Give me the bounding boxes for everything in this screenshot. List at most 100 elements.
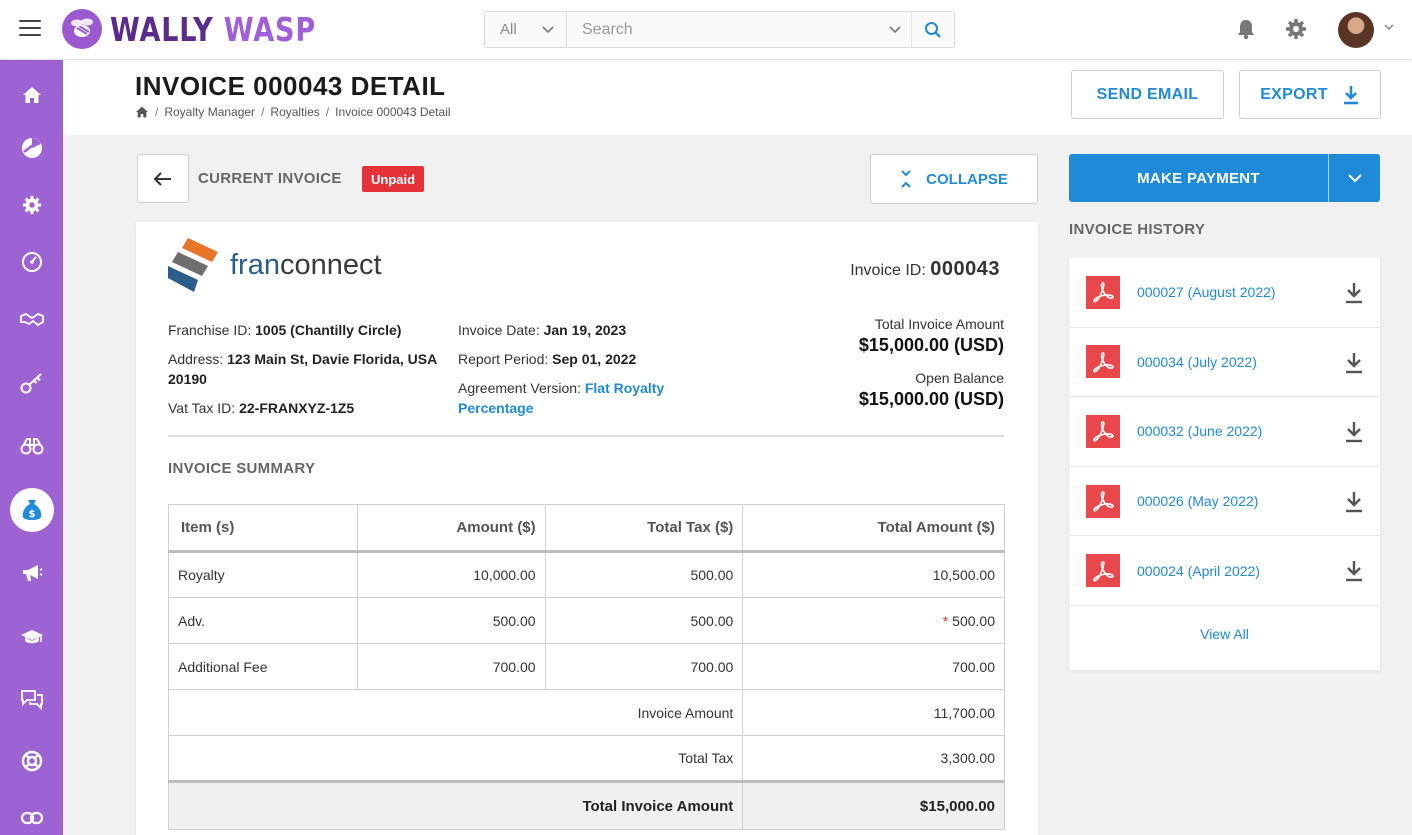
invoice-dates: Invoice Date: Jan 19, 2023 Report Period… [458,322,665,416]
key-icon [20,373,42,394]
sidebar-item-dashboard[interactable] [0,128,63,168]
invoice-history-link[interactable]: 000034 (July 2022) [1137,354,1257,370]
hamburger-menu-icon[interactable] [19,20,41,38]
franchise-id: 1005 (Chantilly Circle) [255,322,402,338]
current-invoice-label: CURRENT INVOICE [198,170,342,187]
app-logo[interactable]: WALLY WASP [62,9,361,49]
export-button[interactable]: EXPORT [1239,70,1381,119]
top-bar: WALLY WASP All [0,0,1412,60]
table-row: Royalty 10,000.00 500.00 10,500.00 [168,551,1005,598]
invoice-history-link[interactable]: 000027 (August 2022) [1137,284,1276,300]
search-button[interactable] [912,12,954,47]
export-label: EXPORT [1260,85,1328,103]
search-scope-value: All [500,21,517,38]
payment-options-dropdown[interactable] [1329,154,1380,202]
collapse-icon [901,170,911,188]
table-cell: 700.00 [544,643,744,690]
breadcrumb-royalties[interactable]: Royalties [270,105,319,119]
settings-gear-icon[interactable] [1284,17,1308,41]
send-email-button[interactable]: SEND EMAIL [1071,70,1224,119]
search-scope-select[interactable]: All [485,12,567,47]
table-row: Adv. 500.00 500.00 * 500.00 [168,597,1005,644]
sidebar-item-messages[interactable] [0,680,63,720]
sidebar-item-access[interactable] [0,363,63,403]
table-cell: 10,000.00 [356,551,546,598]
sidebar-item-partners[interactable] [0,300,63,340]
column-header: Item (s) [168,504,358,553]
chevron-down-icon [1347,173,1362,182]
search-input[interactable] [567,12,878,47]
list-item: 000034 (July 2022) [1069,328,1380,398]
sidebar-item-marketing[interactable] [0,553,63,593]
download-icon[interactable] [1344,560,1364,582]
total-tax-label: Total Tax [167,735,744,782]
search-icon [925,21,941,38]
sidebar-item-performance[interactable] [0,242,63,282]
sidebar-item-links[interactable] [0,798,63,835]
invoice-amount-value: 11,700.00 [742,689,1005,736]
download-icon[interactable] [1344,421,1364,443]
list-item: 000032 (June 2022) [1069,397,1380,467]
chevron-down-icon [888,25,901,33]
download-icon[interactable] [1344,491,1364,513]
home-icon[interactable] [135,106,149,118]
table-row: Additional Fee 700.00 700.00 700.00 [168,643,1005,690]
table-cell: 500.00 [356,597,546,644]
download-icon[interactable] [1344,352,1364,374]
breadcrumb-separator: / [325,105,330,119]
total-tax-value: 3,300.00 [742,735,1005,782]
speedometer-icon [21,252,42,272]
total-invoice-row: Total Invoice Amount $15,000.00 [167,780,1005,830]
status-badge: Unpaid [362,166,425,192]
home-icon [22,87,41,103]
pdf-file-icon [1086,414,1120,448]
franchise-info: Franchise ID: 1005 (Chantilly Circle) Ad… [168,322,437,416]
collapse-label: COLLAPSE [926,170,1008,188]
total-invoice-label: Total Invoice Amount [167,780,744,830]
binoculars-icon [20,438,43,455]
table-cell: 700.00 [742,643,1005,690]
user-avatar[interactable] [1338,12,1374,48]
invoice-history-link[interactable]: 000026 (May 2022) [1137,493,1258,509]
wasp-logo-icon [62,9,102,49]
lifebuoy-icon [21,750,42,772]
brand-name: WALLY WASP [110,9,316,49]
breadcrumb-royalty-manager[interactable]: Royalty Manager [164,105,255,119]
search-bar: All [484,11,955,48]
pdf-file-icon [1086,275,1120,309]
pdf-file-icon [1086,484,1120,518]
breadcrumb-separator: / [155,105,159,119]
search-dropdown-button[interactable] [878,12,912,47]
invoice-date: Jan 19, 2023 [543,322,627,338]
invoice-amount-label: Invoice Amount [167,689,744,736]
sidebar-item-training[interactable] [0,617,63,657]
table-cell: Royalty [168,551,358,598]
send-email-label: SEND EMAIL [1096,85,1199,103]
breadcrumb: / Royalty Manager / Royalties / Invoice … [135,105,451,119]
collapse-button[interactable]: COLLAPSE [870,154,1038,204]
make-payment-button[interactable]: MAKE PAYMENT [1069,154,1329,202]
list-item: 000027 (August 2022) [1069,258,1380,328]
invoice-history-link[interactable]: 000032 (June 2022) [1137,423,1262,439]
sidebar-item-support[interactable] [0,741,63,781]
list-item: 000024 (April 2022) [1069,536,1380,606]
sidebar-item-explore[interactable] [0,426,63,466]
make-payment-button-group: MAKE PAYMENT [1069,154,1380,202]
page-title: INVOICE 000043 DETAIL [135,71,446,101]
view-all-link[interactable]: View All [1069,626,1380,642]
notifications-bell-icon[interactable] [1234,17,1258,41]
chat-icon [20,690,43,711]
column-header: Total Tax ($) [544,504,744,553]
invoice-history-list: 000027 (August 2022) 000034 (July 2022) … [1069,258,1380,670]
table-cell: * 500.00 [742,597,1005,644]
sidebar-item-royalties[interactable]: $ [0,488,63,532]
vat-tax-id: 22-FRANXYZ-1Z5 [239,400,355,416]
chevron-down-icon[interactable] [1384,24,1394,31]
invoice-card: franconnect Invoice ID: 000043 Franchise… [136,222,1038,835]
sidebar-item-settings[interactable] [0,185,63,225]
invoice-history-link[interactable]: 000024 (April 2022) [1137,563,1260,579]
back-button[interactable] [137,154,189,203]
sidebar-item-home[interactable] [0,75,63,115]
download-icon[interactable] [1344,282,1364,304]
link-icon [20,811,43,825]
